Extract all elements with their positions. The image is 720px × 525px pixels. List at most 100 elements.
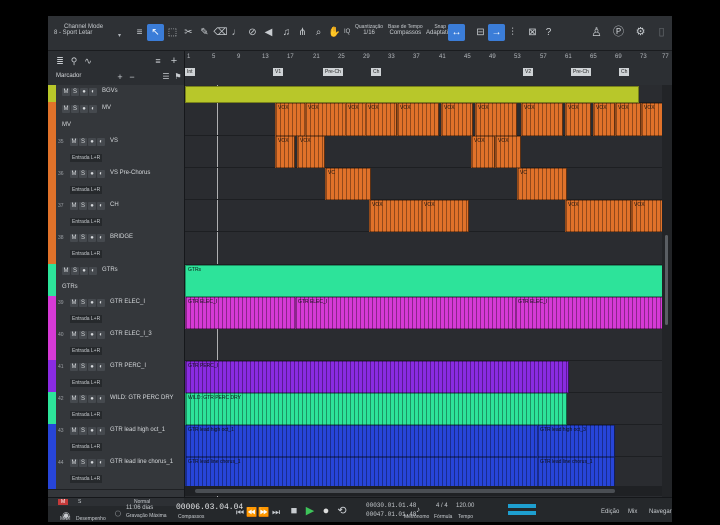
marker-flag-icon[interactable]: ⚑	[170, 69, 186, 85]
vertical-scrollbar[interactable]	[662, 85, 672, 497]
monitor-button[interactable]: ◐	[97, 395, 105, 403]
monitor-button[interactable]: ◐	[89, 267, 97, 275]
hand-tool-icon[interactable]: ✋	[326, 24, 343, 41]
audio-clip[interactable]: GTR lead high oct_1	[185, 425, 539, 457]
remove-marker-icon[interactable]: −	[124, 69, 140, 85]
track-lane[interactable]	[185, 135, 662, 168]
audio-clip[interactable]: VOX	[421, 200, 469, 232]
track-name[interactable]: GTR lead line chorus_1	[110, 459, 173, 465]
solo-button[interactable]: S	[79, 138, 87, 146]
record-arm-button[interactable]: ●	[80, 105, 88, 113]
track-name[interactable]: BRIDGE	[110, 234, 133, 240]
track-name[interactable]: VS	[110, 138, 118, 144]
record-arm-button[interactable]: ●	[88, 234, 96, 242]
track-header[interactable]: 37 M S ● ◐ CH Entrada L+R	[48, 199, 184, 232]
iq-label[interactable]: IQ	[344, 29, 350, 35]
monitor-button[interactable]: ◐	[97, 170, 105, 178]
speaker-tool-icon[interactable]: ◀	[260, 24, 277, 41]
menu-icon[interactable]: ≡	[150, 53, 166, 69]
track-name[interactable]: GTR ELEC_I_3	[110, 331, 152, 337]
add-track-icon[interactable]: +	[166, 53, 182, 69]
track-input-select[interactable]: Entrada L+R	[70, 475, 103, 483]
autoscroll-icon[interactable]: →	[488, 24, 505, 41]
marker-flag[interactable]: Pre-Ch	[323, 68, 343, 76]
audio-clip[interactable]: GTR lead high oct_3	[537, 425, 615, 457]
track-lane[interactable]	[185, 167, 662, 200]
audio-clip[interactable]	[185, 86, 639, 103]
folder-name[interactable]: MV	[62, 122, 71, 128]
mute-button[interactable]: M	[70, 170, 78, 178]
audio-clip[interactable]: VOX	[369, 200, 423, 232]
monitor-button[interactable]: ◐	[97, 299, 105, 307]
record-arm-button[interactable]: ●	[88, 202, 96, 210]
track-name[interactable]: GTR ELEC_I	[110, 299, 145, 305]
quantize-selector[interactable]: Quantização 1/16	[355, 24, 383, 36]
automation-icon[interactable]: ∿	[80, 53, 96, 69]
record-arm-button[interactable]: ●	[80, 88, 88, 96]
marker-flag[interactable]: Ch	[371, 68, 382, 76]
track-header[interactable]: 35 M S ● ◐ VS Entrada L+R	[48, 135, 184, 168]
monitor-button[interactable]: ◐	[97, 459, 105, 467]
mixer-sliders-icon[interactable]: ⫶	[504, 24, 521, 41]
timeline-ruler[interactable]: 1 5 9 13 17 21 25 29 33 37 41 45 49 53 57 61 65 69 73 77 Int…	[185, 51, 672, 86]
mute-button[interactable]: M	[70, 138, 78, 146]
listen-tool-icon[interactable]: ♫	[278, 24, 295, 41]
mute-button[interactable]: M	[62, 267, 70, 275]
solo-button[interactable]: S	[79, 459, 87, 467]
track-input-select[interactable]: Entrada L+R	[70, 379, 103, 387]
go-to-end-icon[interactable]: ⏭	[268, 504, 284, 520]
horizontal-scrollbar[interactable]	[185, 486, 662, 496]
track-input-select[interactable]: Entrada L+R	[70, 250, 103, 258]
track-input-select[interactable]: Entrada L+R	[70, 218, 103, 226]
solo-button[interactable]: S	[79, 202, 87, 210]
pencil-tool-icon[interactable]: ✎	[196, 24, 213, 41]
solo-button[interactable]: S	[71, 88, 79, 96]
solo-button[interactable]: S	[79, 234, 87, 242]
marker-flag[interactable]: V1	[273, 68, 284, 76]
lock-icon[interactable]: ▯	[653, 24, 670, 41]
audio-clip[interactable]: VOX	[471, 136, 495, 168]
audio-clip[interactable]: WILD: GTR PERC DRY	[185, 393, 567, 425]
mute-button[interactable]: M	[70, 395, 78, 403]
audio-clip[interactable]: GTRs	[185, 265, 662, 297]
hamburger-icon[interactable]: ≡	[131, 24, 148, 41]
audio-clip[interactable]: VOX	[631, 200, 662, 232]
track-name[interactable]: CH	[110, 202, 119, 208]
record-arm-button[interactable]: ●	[88, 170, 96, 178]
browse-tab[interactable]: Navegar	[649, 509, 672, 515]
user-icon[interactable]: ♙	[588, 24, 605, 41]
audio-clip[interactable]: VOX	[475, 103, 517, 136]
track-header[interactable]: M S ● ◐ MV MV	[48, 102, 184, 136]
record-icon[interactable]: ●	[318, 503, 334, 519]
loop-icon[interactable]: ⟲	[334, 503, 350, 519]
track-name[interactable]: MV	[102, 105, 111, 111]
track-header[interactable]: M S ● ◐ BGVs	[48, 85, 184, 103]
tempo-value[interactable]: 120.00	[456, 503, 474, 509]
mix-tab[interactable]: Mix	[628, 509, 637, 515]
track-input-select[interactable]: Entrada L+R	[70, 411, 103, 419]
audio-clip[interactable]: VOX	[593, 103, 615, 136]
mute-all-button[interactable]: M	[58, 499, 69, 505]
audio-clip[interactable]: VOX	[565, 103, 591, 136]
metronome-icon[interactable]: ⊠	[524, 24, 541, 41]
audio-clip[interactable]: VOX	[305, 103, 347, 136]
mute-button[interactable]: M	[70, 459, 78, 467]
monitor-button[interactable]: ◐	[89, 88, 97, 96]
arrange-view[interactable]: VOX VOX VOX VOX VOX VOX VOX VOX VOX VOX VOX VOX VOX V…	[185, 85, 662, 497]
audio-clip[interactable]: GTR ELEC_I	[515, 297, 662, 329]
audio-clip[interactable]: GTR ELEC_I	[295, 297, 517, 329]
split-tool-icon[interactable]: ✂	[180, 24, 197, 41]
timebase-selector[interactable]: Base de Tempo Compassos	[388, 24, 423, 36]
solo-button[interactable]: S	[79, 427, 87, 435]
audio-clip[interactable]: VOX	[441, 103, 473, 136]
track-lane[interactable]	[185, 231, 662, 265]
track-input-select[interactable]: Entrada L+R	[70, 154, 103, 162]
track-header[interactable]: 40 M S ● ◐ GTR ELEC_I_3 Entrada L+R	[48, 328, 184, 361]
dropdown-arrow-icon[interactable]: ▾	[118, 32, 121, 39]
time-format-select[interactable]: Compassos	[178, 514, 204, 520]
time-signature[interactable]: 4 / 4	[436, 503, 448, 509]
mute-button[interactable]: M	[70, 234, 78, 242]
bend-tool-icon[interactable]: ♩	[228, 24, 245, 41]
monitor-button[interactable]: ◐	[97, 331, 105, 339]
audio-clip[interactable]: GTR PERC_I	[185, 361, 569, 393]
